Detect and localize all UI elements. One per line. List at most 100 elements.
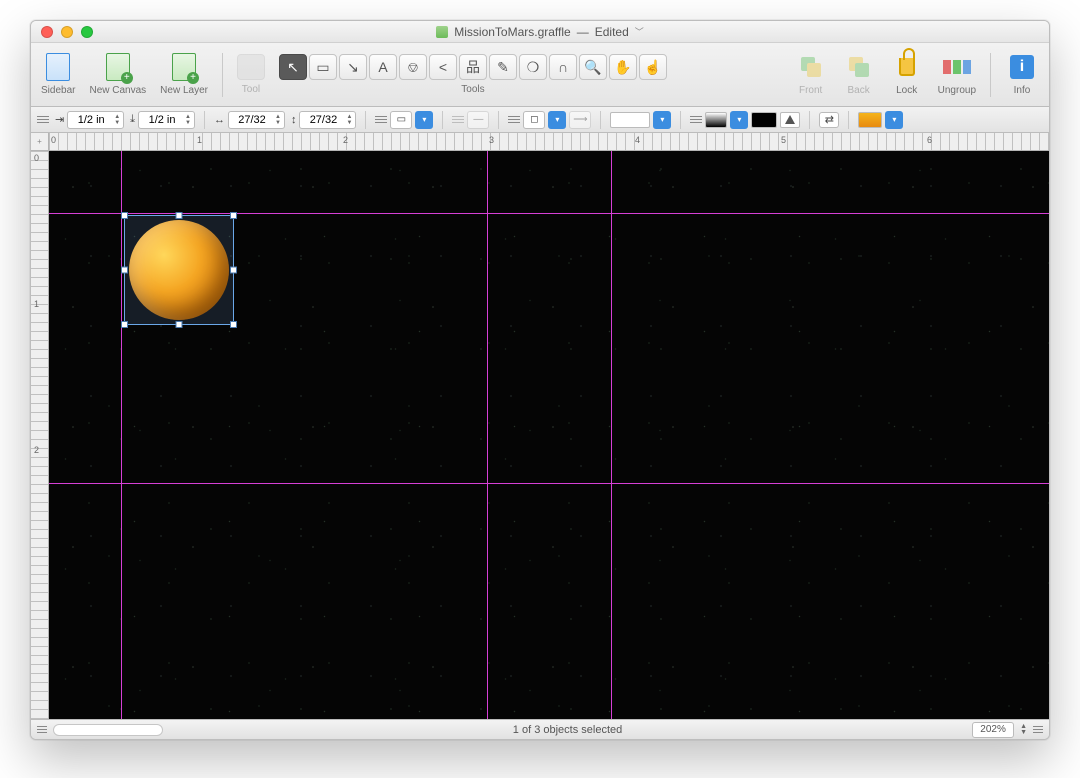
canvas-area: 0 1 2 xyxy=(31,151,1049,719)
brush-tool[interactable]: ✎ xyxy=(489,54,517,80)
lines-icon xyxy=(452,116,464,123)
fill-color2-swatch[interactable] xyxy=(858,112,882,128)
ruler-origin[interactable]: + xyxy=(31,133,49,150)
stepper-icon[interactable]: ▲▼ xyxy=(275,114,281,126)
lock-button[interactable]: Lock xyxy=(890,53,924,96)
width-input[interactable] xyxy=(232,114,272,126)
status-bar: 1 of 3 objects selected 202% ▲▼ xyxy=(31,719,1049,739)
horizontal-ruler[interactable]: 0 1 2 3 4 5 6 xyxy=(49,133,1049,150)
selection-status: 1 of 3 objects selected xyxy=(169,724,966,736)
height-input[interactable] xyxy=(303,114,343,126)
lock-icon xyxy=(899,58,915,76)
window-title[interactable]: MissionToMars.graffle — Edited ﹀ xyxy=(31,25,1049,39)
stroke-color-dropdown[interactable]: ▾ xyxy=(653,111,671,129)
stepper-icon[interactable]: ▲▼ xyxy=(346,114,352,126)
diagram-tool[interactable]: 品 xyxy=(459,54,487,80)
fill-color2-dropdown[interactable]: ▾ xyxy=(885,111,903,129)
canvas[interactable] xyxy=(49,151,1049,719)
guide-horizontal[interactable] xyxy=(49,213,1049,214)
resize-handle-ne[interactable] xyxy=(230,212,237,219)
text-tool[interactable]: A xyxy=(369,54,397,80)
stepper-icon[interactable]: ▲▼ xyxy=(185,114,191,126)
titlebar: MissionToMars.graffle — Edited ﹀ xyxy=(31,21,1049,43)
fill-type-dropdown[interactable]: ▾ xyxy=(730,111,748,129)
corner-dropdown[interactable]: ▾ xyxy=(548,111,566,129)
new-layer-button[interactable]: + New Layer xyxy=(160,53,208,96)
fill-color-swatch[interactable] xyxy=(751,112,777,128)
shape-tool[interactable]: ▭ xyxy=(309,54,337,80)
tools-group: ↖ ▭ ↘ A ⎊ < 品 ✎ ❍ ∩ 🔍 ✋ ☝ Tools xyxy=(279,54,667,95)
vspace-input[interactable] xyxy=(142,114,182,126)
width-field[interactable]: ▲▼ xyxy=(228,111,285,129)
zoom-stepper[interactable]: ▲▼ xyxy=(1020,724,1027,736)
new-canvas-button[interactable]: + New Canvas xyxy=(89,53,146,96)
bring-front-button[interactable]: Front xyxy=(794,53,828,96)
pen-tool[interactable]: ⎊ xyxy=(399,54,427,80)
hspace-field[interactable]: ▲▼ xyxy=(67,111,124,129)
main-toolbar: Sidebar + New Canvas + New Layer Tool ↖ … xyxy=(31,43,1049,107)
stamp-tool[interactable]: ❍ xyxy=(519,54,547,80)
selection-tool[interactable]: ↖ xyxy=(279,54,307,80)
stepper-icon[interactable]: ▲▼ xyxy=(114,114,120,126)
style-swatch-icon xyxy=(237,54,265,80)
endcap-style[interactable]: ⟶ xyxy=(569,111,591,129)
zoom-field[interactable]: 202% xyxy=(972,722,1014,738)
align-lines-icon xyxy=(37,116,49,123)
line-tool[interactable]: ↘ xyxy=(339,54,367,80)
point-tool[interactable]: ☝ xyxy=(639,54,667,80)
separator xyxy=(222,53,223,97)
height-field[interactable]: ▲▼ xyxy=(299,111,356,129)
document-icon xyxy=(436,26,448,38)
resize-handle-e[interactable] xyxy=(230,267,237,274)
resize-handle-s[interactable] xyxy=(176,321,183,328)
corner-style[interactable]: ◻ xyxy=(523,111,545,129)
ungroup-button[interactable]: Ungroup xyxy=(938,53,976,96)
magnet-tool[interactable]: ∩ xyxy=(549,54,577,80)
lines-icon xyxy=(508,116,520,123)
info-icon: i xyxy=(1010,55,1034,79)
filename: MissionToMars.graffle xyxy=(454,25,570,39)
hand-tool[interactable]: ✋ xyxy=(609,54,637,80)
vspace-icon: ⤓ xyxy=(130,113,135,126)
resize-handle-n[interactable] xyxy=(176,212,183,219)
zoom-tool[interactable]: 🔍 xyxy=(579,54,607,80)
planet-shape[interactable] xyxy=(129,220,229,320)
chevron-down-icon[interactable]: ﹀ xyxy=(635,25,644,38)
guide-horizontal[interactable] xyxy=(49,483,1049,484)
fill-type[interactable] xyxy=(705,112,727,128)
style-tool: Tool xyxy=(237,54,265,95)
layer-icon: + xyxy=(172,53,196,81)
width-icon: ↔ xyxy=(214,114,225,126)
separator xyxy=(990,53,991,97)
expand-left-icon[interactable]: < xyxy=(429,54,457,80)
vspace-field[interactable]: ▲▼ xyxy=(138,111,195,129)
scroll-thumb[interactable] xyxy=(53,724,163,736)
pages-icon[interactable] xyxy=(37,726,47,733)
send-back-button[interactable]: Back xyxy=(842,53,876,96)
ungroup-icon xyxy=(943,60,971,74)
hspace-input[interactable] xyxy=(71,114,111,126)
vertical-ruler[interactable]: 0 1 2 xyxy=(31,151,49,719)
edit-state: Edited xyxy=(595,25,629,39)
resize-handle-w[interactable] xyxy=(121,267,128,274)
swap-colors[interactable]: ⇄ xyxy=(819,112,839,128)
guide-vertical[interactable] xyxy=(611,151,612,719)
app-window: MissionToMars.graffle — Edited ﹀ Sidebar… xyxy=(30,20,1050,740)
resize-handle-nw[interactable] xyxy=(121,212,128,219)
stroke-color-swatch[interactable] xyxy=(610,112,650,128)
lines-icon xyxy=(690,116,702,123)
ruler-row: + 0 1 2 3 4 5 6 xyxy=(31,133,1049,151)
line-style[interactable]: — xyxy=(467,111,489,129)
resize-handle-sw[interactable] xyxy=(121,321,128,328)
back-icon xyxy=(849,57,869,77)
guide-vertical[interactable] xyxy=(121,151,122,719)
guide-vertical[interactable] xyxy=(487,151,488,719)
stroke-dropdown[interactable]: ▾ xyxy=(415,111,433,129)
sidebar-toggle[interactable]: Sidebar xyxy=(41,53,75,96)
resize-handle-se[interactable] xyxy=(230,321,237,328)
stroke-style[interactable]: ▭ xyxy=(390,111,412,129)
lines-icon xyxy=(375,116,387,123)
canvas-icon: + xyxy=(106,53,130,81)
fill-picker[interactable] xyxy=(780,112,800,128)
info-button[interactable]: i Info xyxy=(1005,53,1039,96)
